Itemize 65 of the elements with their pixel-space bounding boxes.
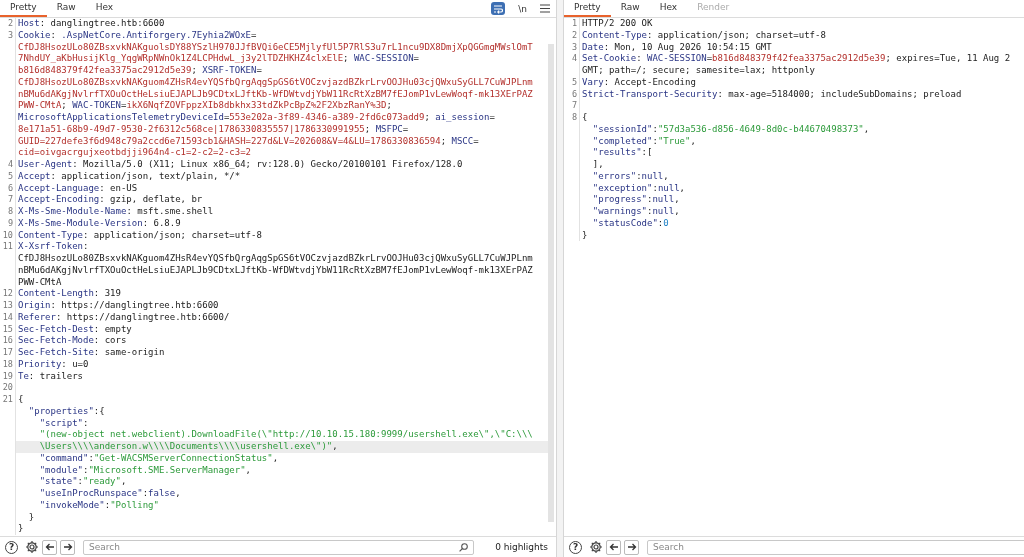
search-icon — [459, 542, 469, 552]
line-number: 10 — [1, 229, 14, 242]
tab[interactable]: Hex — [85, 1, 124, 17]
line-number: 5 — [570, 76, 578, 89]
line-number: 6 — [570, 88, 578, 101]
code-line: HTTP/2 200 OK — [579, 18, 1024, 30]
code-line: "sessionId":"57d3a536-d856-4649-8d0c-b44670498373", — [579, 123, 1024, 136]
line-number: 14 — [1, 311, 14, 324]
line-number: 3 — [6, 29, 14, 42]
newline-button[interactable]: \n — [518, 3, 527, 14]
line-number: 2 — [6, 18, 14, 30]
code-line: Date: Mon, 10 Aug 2026 10:54:15 GMT — [579, 41, 1024, 54]
code-line: } — [15, 523, 548, 535]
line-number: 15 — [1, 323, 14, 336]
code-line: Cookie: .AspNetCore.Antiforgery.7Eyhia2WOxE= — [15, 29, 548, 42]
line-number: 5 — [6, 170, 14, 183]
line-number: 19 — [1, 370, 14, 383]
line-number: 16 — [1, 335, 14, 347]
settings-icon[interactable] — [25, 540, 39, 554]
code-line: Host: danglingtree.htb:6600 — [15, 18, 548, 30]
line-number: 11 — [1, 241, 14, 253]
code-line: "progress":null, — [579, 194, 1024, 206]
scrollbar[interactable] — [548, 44, 554, 522]
code-line: } — [579, 229, 1024, 242]
line-number: 7 — [6, 194, 14, 206]
line-number: 12 — [1, 288, 14, 300]
code-line: "exception":null, — [579, 182, 1024, 195]
line-number: 17 — [1, 347, 14, 359]
line-number: 13 — [1, 300, 14, 312]
wrap-lines-button[interactable] — [491, 2, 506, 15]
line-number: 18 — [1, 358, 14, 371]
search-field[interactable]: Search — [647, 539, 1024, 555]
tab[interactable]: Raw — [46, 1, 86, 17]
line-number: 9 — [6, 217, 14, 230]
code-line: ], — [579, 159, 1024, 171]
line-number: 3 — [570, 41, 578, 54]
code-line: Set-Cookie: WAC-SESSION=b816d848379f42fea3375ac2912d5e39; expires=Tue, 11 Aug 2 — [579, 53, 1024, 65]
line-number: 21 — [1, 394, 14, 406]
line-number: 20 — [1, 382, 14, 394]
code-line: "statusCode":0 — [579, 217, 1024, 230]
code-line: Strict-Transport-Security: max-age=5184000; includeSubDomains; preload — [579, 88, 1024, 101]
code-line: Content-Type: application/json; charset=utf-8 — [579, 29, 1024, 42]
code-line: "warnings":null, — [579, 206, 1024, 218]
code-line: { — [579, 112, 1024, 124]
tab[interactable]: Raw — [610, 1, 650, 17]
line-number: 1 — [570, 18, 578, 30]
line-number: 8 — [6, 206, 14, 218]
menu-icon[interactable] — [540, 4, 550, 13]
code-line: "completed":"True", — [579, 135, 1024, 148]
line-number: 2 — [570, 29, 578, 42]
tab[interactable]: Pretty — [564, 1, 611, 17]
line-number: 6 — [6, 182, 14, 195]
line-number: 4 — [570, 53, 578, 65]
search-field[interactable]: Search — [83, 539, 475, 555]
highlight-count: 0 highlights — [494, 542, 549, 552]
code-line: Vary: Accept-Encoding — [579, 76, 1024, 89]
code-line: "errors":null, — [579, 170, 1024, 183]
settings-icon[interactable] — [589, 540, 603, 554]
line-number: 4 — [6, 159, 14, 171]
line-number: 7 — [570, 100, 578, 112]
tab[interactable]: Pretty — [0, 1, 47, 17]
line-number: 8 — [570, 112, 578, 124]
code-line: GMT; path=/; secure; samesite=lax; httponly — [579, 65, 1024, 77]
code-line: "results":[ — [579, 147, 1024, 159]
tab[interactable]: Hex — [649, 1, 688, 17]
